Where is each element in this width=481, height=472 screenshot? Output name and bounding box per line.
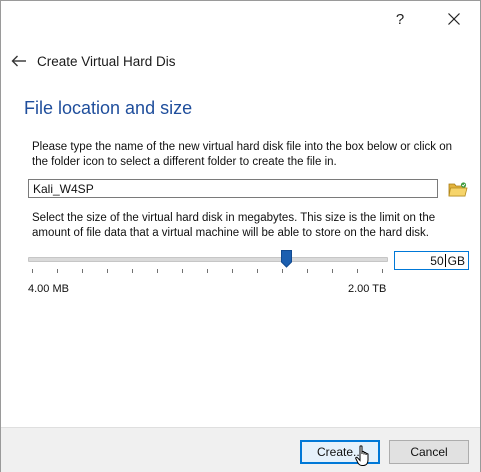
slider-min-label: 4.00 MB — [28, 283, 69, 295]
slider-tick — [232, 269, 233, 273]
folder-icon — [448, 181, 468, 196]
button-bar: Create... Cancel — [1, 427, 480, 472]
close-button[interactable] — [439, 5, 469, 33]
slider-handle[interactable] — [281, 250, 292, 268]
slider-tick — [57, 269, 58, 273]
slider-tick — [82, 269, 83, 273]
size-field[interactable]: 50 GB — [394, 251, 469, 270]
slider-tick — [382, 269, 383, 273]
slider-tick — [307, 269, 308, 273]
size-slider[interactable] — [28, 247, 388, 277]
slider-tick — [207, 269, 208, 273]
back-button[interactable] — [9, 51, 29, 71]
size-unit: GB — [447, 253, 465, 268]
slider-tick — [357, 269, 358, 273]
page-title: File location and size — [24, 98, 193, 118]
slider-tick — [107, 269, 108, 273]
close-icon — [448, 13, 460, 25]
slider-max-label: 2.00 TB — [348, 283, 387, 295]
slider-tick — [332, 269, 333, 273]
slider-tick — [32, 269, 33, 273]
slider-tick — [257, 269, 258, 273]
dialog-window: ? Create Virtual Hard Dis File location … — [0, 0, 481, 472]
size-description: Select the size of the virtual hard disk… — [32, 212, 436, 239]
slider-tick — [157, 269, 158, 273]
slider-track — [28, 257, 388, 262]
size-value: 50 — [430, 253, 444, 268]
arrow-left-icon — [11, 55, 26, 67]
slider-tick — [182, 269, 183, 273]
choose-folder-button[interactable] — [447, 179, 469, 199]
cancel-button[interactable]: Cancel — [389, 440, 469, 464]
wizard-header: Create Virtual Hard Dis — [1, 45, 480, 81]
slider-tick — [132, 269, 133, 273]
file-name-input[interactable] — [28, 179, 438, 198]
slider-tick — [282, 269, 283, 273]
create-button[interactable]: Create... — [300, 440, 380, 464]
help-button[interactable]: ? — [385, 5, 415, 33]
wizard-title: Create Virtual Hard Dis — [37, 54, 176, 69]
file-location-description: Please type the name of the new virtual … — [32, 141, 452, 168]
title-bar: ? — [1, 1, 480, 37]
